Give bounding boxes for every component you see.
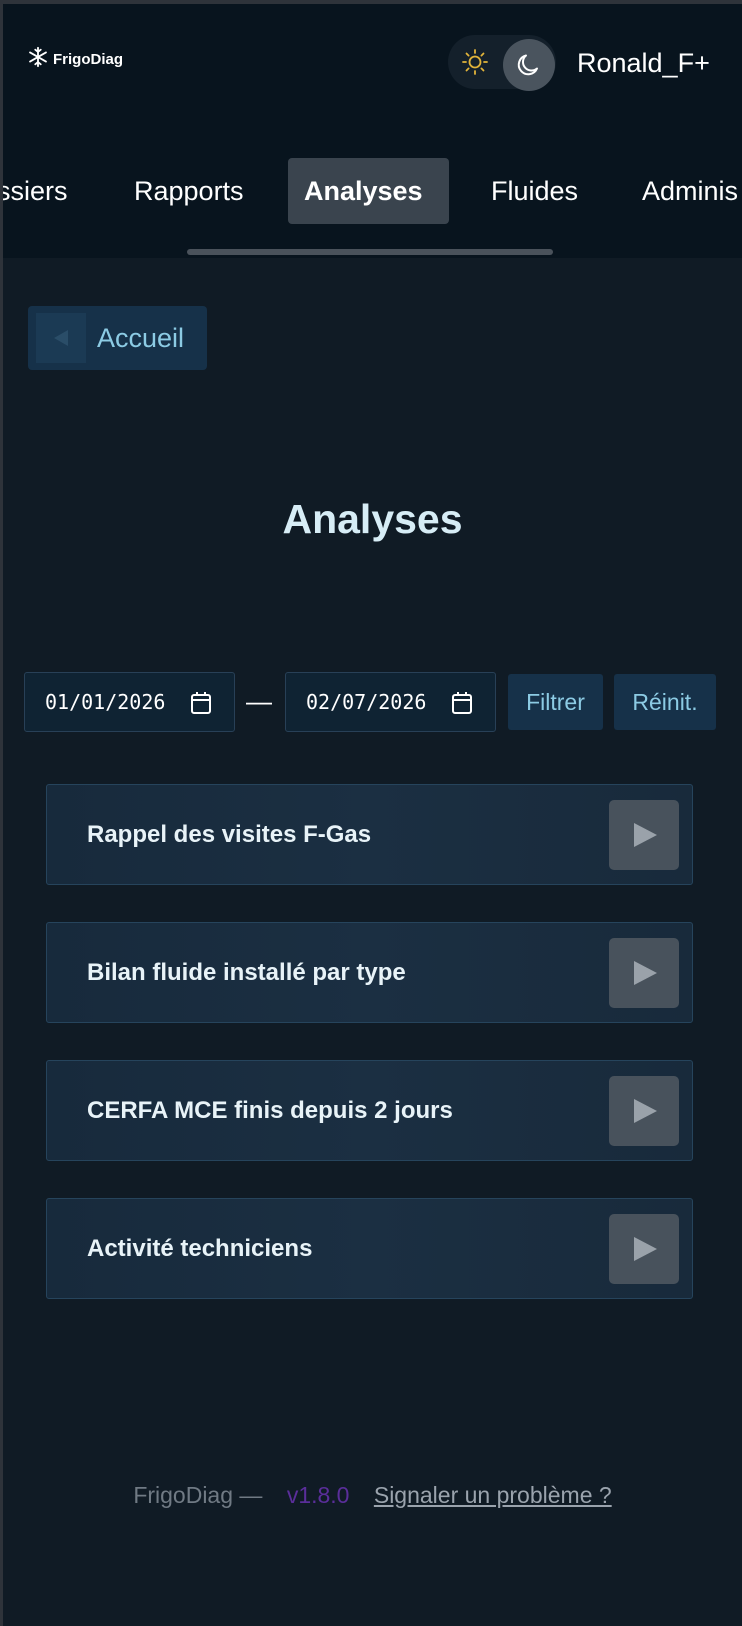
back-button[interactable]: Accueil <box>28 306 207 370</box>
page-title: Analyses <box>282 496 463 542</box>
play-icon <box>634 823 657 847</box>
footer-brand: FrigoDiag — <box>133 1482 263 1508</box>
filter-button[interactable]: Filtrer <box>508 674 603 730</box>
report-card[interactable]: Rappel des visites F-Gas <box>46 784 693 885</box>
play-button[interactable] <box>609 1076 679 1146</box>
play-icon <box>634 1099 657 1123</box>
main-nav: ssiers Rapports Analyses Fluides Adminis <box>3 154 742 226</box>
date-from-input[interactable]: 01/01/2026 <box>24 672 235 732</box>
play-icon <box>634 961 657 985</box>
reset-button[interactable]: Réinit. <box>614 674 716 730</box>
report-card[interactable]: Activité techniciens <box>46 1198 693 1299</box>
report-card[interactable]: Bilan fluide installé par type <box>46 922 693 1023</box>
nav-item-rapports[interactable]: Rapports <box>134 158 244 224</box>
report-title: Activité techniciens <box>87 1234 313 1262</box>
report-card[interactable]: CERFA MCE finis depuis 2 jours <box>46 1060 693 1161</box>
play-button[interactable] <box>609 938 679 1008</box>
date-from-value: 01/01/2026 <box>45 690 166 714</box>
nav-item-dossiers[interactable]: ssiers <box>3 158 68 224</box>
play-button[interactable] <box>609 1214 679 1284</box>
report-title: Bilan fluide installé par type <box>87 958 406 986</box>
theme-toggle[interactable] <box>448 35 556 91</box>
user-name[interactable]: Ronald_F+ <box>577 48 710 79</box>
date-to-input[interactable]: 02/07/2026 <box>285 672 496 732</box>
app-header: FrigoDiag Ronald_F+ ssiers Rapports Anal… <box>3 4 742 258</box>
calendar-icon[interactable] <box>190 691 212 720</box>
brand-logo[interactable]: FrigoDiag <box>27 46 123 72</box>
play-button[interactable] <box>609 800 679 870</box>
moon-icon[interactable] <box>503 39 555 91</box>
report-title: CERFA MCE finis depuis 2 jours <box>87 1096 453 1124</box>
nav-item-fluides[interactable]: Fluides <box>491 158 578 224</box>
back-button-label: Accueil <box>97 322 185 353</box>
nav-scrollbar[interactable] <box>187 249 553 255</box>
calendar-icon[interactable] <box>451 691 473 720</box>
nav-item-administration[interactable]: Adminis <box>642 158 738 224</box>
date-range-separator: — <box>246 686 272 716</box>
nav-item-analyses[interactable]: Analyses <box>288 158 449 224</box>
app-version: v1.8.0 <box>286 1482 350 1508</box>
brand-name: FrigoDiag <box>53 50 123 68</box>
report-problem-link[interactable]: Signaler un problème ? <box>374 1482 612 1508</box>
footer: FrigoDiag — v1.8.0 Signaler un problème … <box>3 1482 742 1509</box>
sun-icon[interactable] <box>458 45 492 79</box>
date-to-value: 02/07/2026 <box>306 690 427 714</box>
back-arrow-icon <box>36 313 86 363</box>
page: FrigoDiag Ronald_F+ ssiers Rapports Anal… <box>3 4 742 1626</box>
snowflake-icon <box>27 46 49 72</box>
report-title: Rappel des visites F-Gas <box>87 820 372 848</box>
play-icon <box>634 1237 657 1261</box>
